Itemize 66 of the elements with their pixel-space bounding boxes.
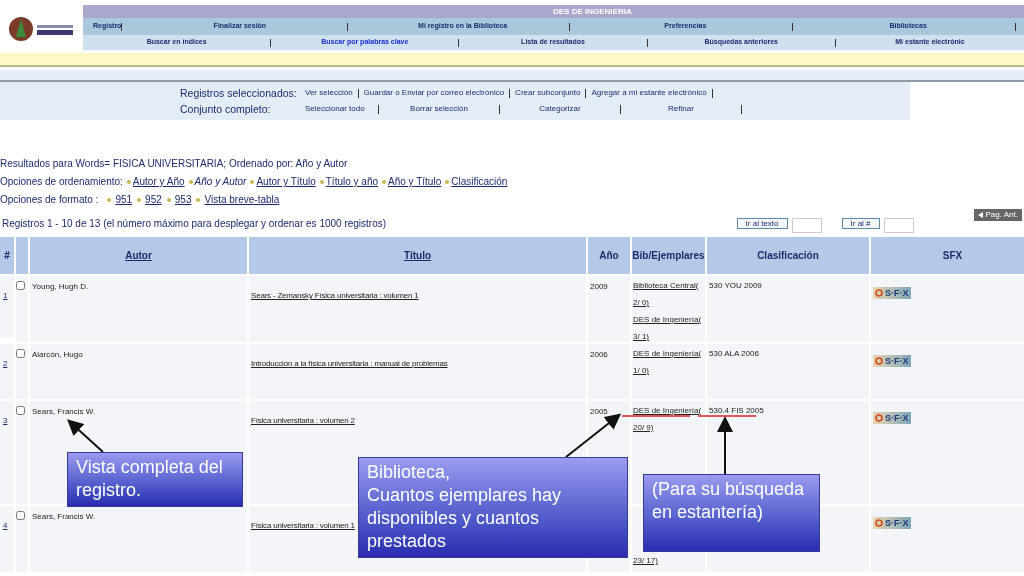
sort-option-link[interactable]: Año y Título	[388, 174, 442, 189]
sfx-button[interactable]: S·F·X	[873, 517, 911, 529]
action-link[interactable]: Categorizar	[505, 103, 615, 115]
table-cell: Sears, Francis W.	[30, 506, 247, 572]
go-to-text-button[interactable]: Ir al texto	[736, 218, 788, 229]
callout: Vista completa del registro.	[67, 452, 243, 507]
record-count: Registros 1 - 10 de 13 (el número máximo para desplegar y ordenar es 1000 registros)	[2, 217, 387, 231]
holdings-link[interactable]: 2/ 0)	[633, 298, 649, 308]
sort-option-link[interactable]: Año y Autor	[194, 174, 247, 189]
holdings-link[interactable]: 23/ 17)	[633, 556, 658, 566]
format-option-link[interactable]: Vista breve-tabla	[204, 192, 280, 207]
record-number-link[interactable]: 2	[3, 359, 8, 369]
column-header: Año	[588, 237, 630, 274]
sort-option-link[interactable]: Autor y Título	[256, 174, 316, 189]
holdings-link[interactable]: DES de Ingeniería(	[633, 349, 702, 359]
column-header: Clasificación	[707, 237, 869, 274]
action-link[interactable]: Refinar	[626, 103, 736, 115]
column-header[interactable]: Título	[249, 237, 586, 274]
actions-label: Registros seleccionados:	[180, 86, 297, 100]
sort-option-link[interactable]: Título y año	[325, 174, 378, 189]
results-summary: Resultados para Words= FISICA UNIVERSITARIA; Ordenado por: Año y Autor	[0, 157, 349, 171]
sort-option-link[interactable]: Clasificación	[451, 174, 508, 189]
sfx-button[interactable]: S·F·X	[873, 412, 911, 424]
action-link[interactable]: Agregar a mi estante electrónico	[591, 87, 707, 99]
record-number-link[interactable]: 4	[3, 521, 8, 531]
column-header[interactable]: Autor	[30, 237, 247, 274]
previous-page-button[interactable]: Pag. Ant.	[973, 209, 1022, 221]
sfx-button[interactable]: S·F·X	[873, 355, 911, 367]
callout: (Para su búsqueda en estantería)	[643, 474, 820, 552]
table-cell: Alarcón, Hugo	[30, 344, 247, 399]
holdings-link[interactable]: DES de Ingeniería(	[633, 406, 702, 416]
table-cell: 2009	[588, 276, 630, 342]
title-link[interactable]: Introducción a la física universitaria : manual de problemas	[251, 359, 448, 369]
go-to-number-button[interactable]: Ir al #	[841, 218, 880, 229]
action-link[interactable]: Ver selección	[305, 87, 353, 99]
title-link[interactable]: Sears - Zemansky Física universitaria : volumen 1	[251, 291, 419, 301]
format-options-label: Opciones de formato :	[0, 193, 99, 207]
table-cell: Young, Hugh D.	[30, 276, 247, 342]
holdings-link[interactable]: DES de Ingeniería(	[633, 315, 702, 325]
table-cell: 530 YOU 2009	[707, 276, 869, 342]
holdings-link[interactable]: 20/ 9)	[633, 423, 654, 433]
format-option-link[interactable]: 952	[145, 192, 162, 207]
format-option-link[interactable]: 953	[174, 192, 192, 207]
action-link[interactable]: Guardar o Enviar por correo electrónico	[363, 87, 505, 99]
format-option-link[interactable]: 951	[115, 192, 133, 207]
callout: Biblioteca, Cuantos ejemplares hay disponibles y cuantos prestados	[358, 457, 628, 558]
sort-option-link[interactable]: Autor y Año	[132, 174, 185, 189]
action-link[interactable]: Crear subconjunto	[515, 87, 581, 99]
action-link[interactable]: Borrar selección	[384, 103, 494, 115]
title-link[interactable]: Física universitaria : volumen 1	[251, 521, 355, 531]
column-header: SFX	[871, 237, 1024, 274]
sfx-button[interactable]: S·F·X	[873, 287, 911, 299]
actions-label: Conjunto completo:	[180, 102, 271, 116]
holdings-link[interactable]: 3/ 1)	[633, 332, 649, 342]
column-header: Bib/Ejemplares	[632, 237, 705, 274]
holdings-link[interactable]: 1/ 0)	[633, 366, 649, 376]
table-cell: 2006	[588, 344, 630, 399]
title-link[interactable]: Física universitaria : volumen 2	[251, 416, 355, 426]
holdings-link[interactable]: Biblioteca Central(	[633, 281, 699, 291]
record-number-link[interactable]: 1	[3, 291, 8, 301]
action-link[interactable]: Seleccionar todo	[305, 103, 373, 115]
sort-options-label: Opciones de ordenamiento:	[0, 175, 123, 189]
record-number-link[interactable]: 3	[3, 416, 8, 426]
table-cell: 530 ALA 2006	[707, 344, 869, 399]
header-title: DES DE INGENIERIA	[553, 5, 632, 18]
column-header: #	[0, 237, 14, 274]
